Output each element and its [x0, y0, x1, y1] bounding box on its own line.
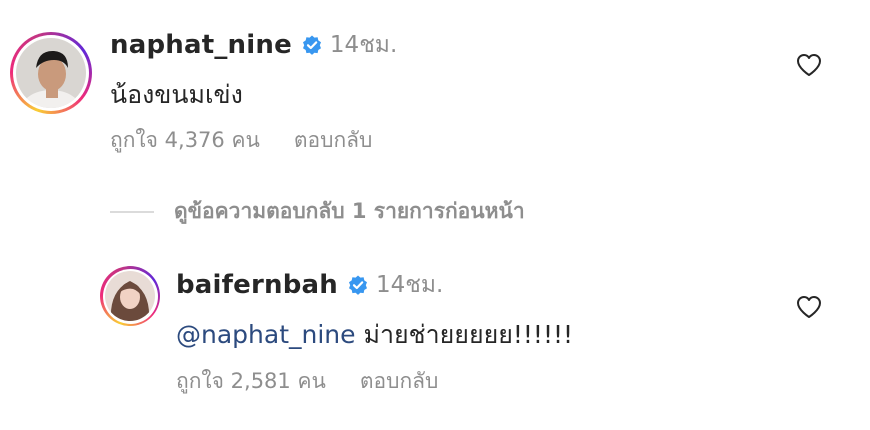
likes-count[interactable]: ถูกใจ 2,581 คน — [176, 365, 326, 398]
comment-time: 14ชม. — [329, 32, 398, 58]
username[interactable]: naphat_nine — [110, 30, 292, 60]
likes-count[interactable]: ถูกใจ 4,376 คน — [110, 124, 260, 157]
reply-button[interactable]: ตอบกลับ — [360, 365, 439, 398]
verified-badge-icon — [300, 33, 324, 57]
verified-badge-icon — [346, 273, 370, 297]
reply-message: ม่ายช่ายยยยย!!!!!! — [355, 320, 574, 349]
avatar-photo-naphat — [16, 38, 86, 108]
heart-outline-icon[interactable] — [796, 295, 822, 323]
reply-text: @naphat_nine ม่ายช่ายยยยย!!!!!! — [176, 315, 573, 355]
view-previous-replies[interactable]: ดูข้อความตอบกลับ 1 รายการก่อนหน้า — [110, 195, 525, 228]
avatar-photo-baifern — [105, 271, 155, 321]
username[interactable]: baifernbah — [176, 270, 338, 300]
divider-line — [110, 210, 154, 213]
comment-header: naphat_nine 14ชม. — [110, 30, 397, 60]
reply-header: baifernbah 14ชม. — [176, 270, 443, 300]
avatar-baifern[interactable] — [100, 266, 160, 326]
comment-meta: ถูกใจ 4,376 คน ตอบกลับ — [110, 124, 372, 157]
view-replies-label: ดูข้อความตอบกลับ 1 รายการก่อนหน้า — [174, 199, 525, 223]
mention-link[interactable]: @naphat_nine — [176, 320, 356, 349]
heart-outline-icon[interactable] — [796, 53, 822, 81]
comment-time: 14ชม. — [376, 272, 444, 298]
reply-button[interactable]: ตอบกลับ — [294, 124, 373, 157]
comment-text: น้องขนมเข่ง — [110, 80, 243, 109]
avatar-naphat[interactable] — [10, 32, 92, 114]
reply-meta: ถูกใจ 2,581 คน ตอบกลับ — [176, 365, 438, 398]
